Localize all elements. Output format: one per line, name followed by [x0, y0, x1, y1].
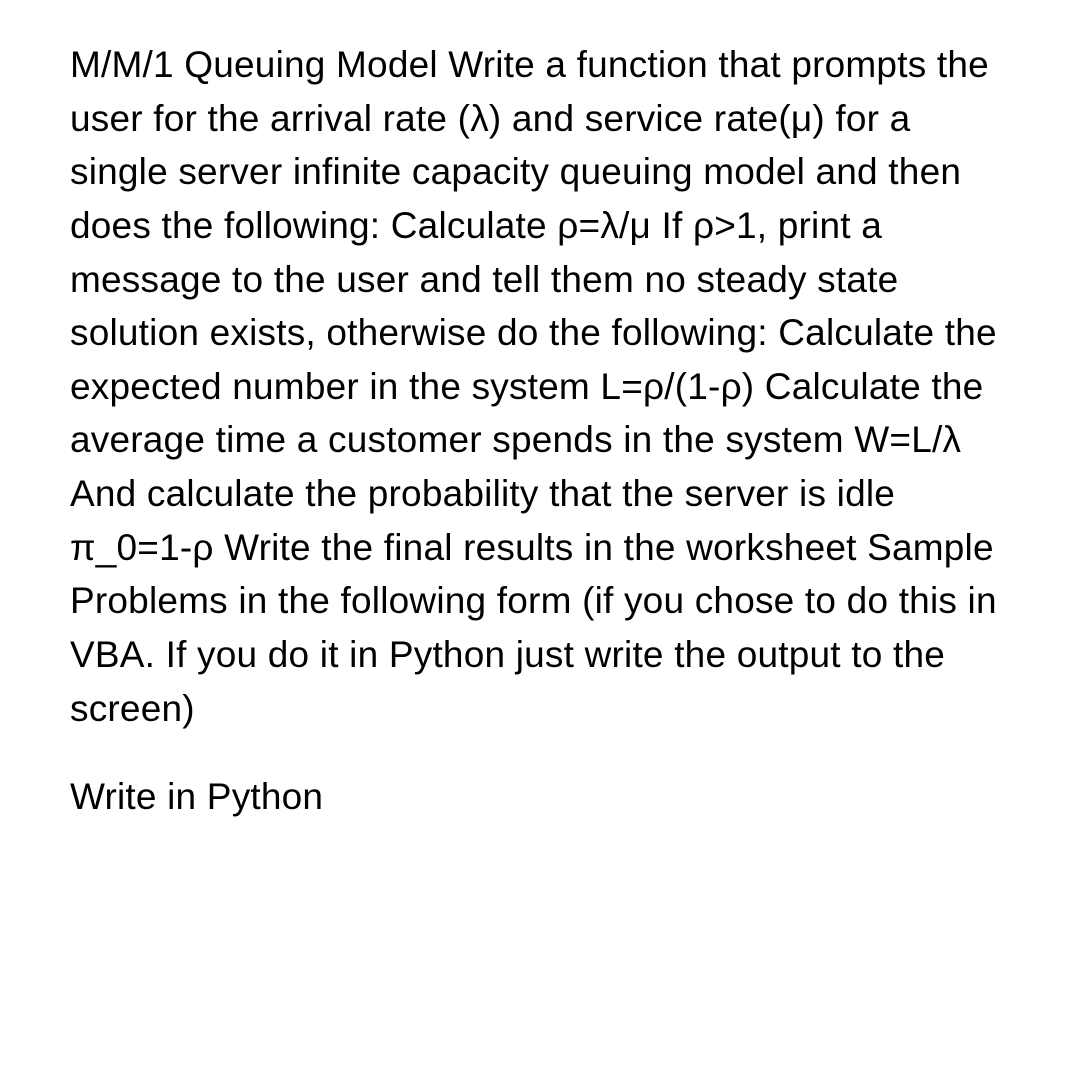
document-body: M/M/1 Queuing Model Write a function tha…	[70, 38, 1015, 824]
problem-description: M/M/1 Queuing Model Write a function tha…	[70, 38, 1015, 735]
language-instruction: Write in Python	[70, 770, 1015, 824]
